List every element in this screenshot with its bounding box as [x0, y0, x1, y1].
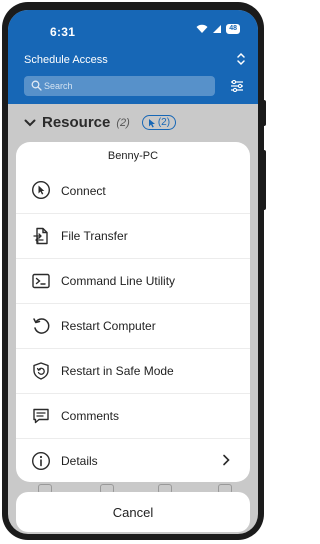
file-transfer-icon [33, 227, 48, 245]
sheet-title: Benny-PC [107, 150, 159, 162]
menu-item-label: File Transfer [61, 229, 128, 243]
app-header: 6:31 48 Schedule Access [8, 10, 258, 104]
menu-item-command-line[interactable]: Command Line Utility [16, 258, 250, 303]
screen: 6:31 48 Schedule Access Search Resource … [8, 10, 258, 534]
menu-item-label: Connect [61, 183, 106, 198]
shield-restart-icon [33, 362, 49, 380]
chevron-down-icon [24, 119, 36, 126]
menu-item-connect[interactable]: Connect [16, 168, 250, 213]
page-title: Schedule Access [24, 54, 108, 66]
selected-count-badge[interactable]: (2) [141, 115, 177, 130]
status-time: 6:31 [50, 25, 76, 39]
filter-icon[interactable] [230, 80, 244, 92]
menu-item-file-transfer[interactable]: File Transfer [16, 213, 250, 258]
cursor-icon [31, 180, 51, 200]
power-button [262, 150, 266, 210]
menu-item-restart-computer[interactable]: Restart Computer [16, 303, 250, 348]
status-icons: 48 [196, 24, 240, 34]
menu-item-label: Restart Computer [61, 319, 156, 333]
restart-icon [33, 318, 50, 334]
battery-icon: 48 [226, 24, 240, 34]
search-bar[interactable] [24, 76, 215, 96]
volume-button [262, 100, 266, 126]
section-count: (2) [116, 116, 130, 129]
resource-section-header[interactable]: Resource (2) (2) [24, 114, 177, 131]
menu-item-label: Command Line Utility [61, 274, 176, 288]
chevron-up-down-icon[interactable] [236, 52, 246, 66]
search-icon [31, 80, 42, 91]
menu-item-restart-safe-mode[interactable]: Restart in Safe Mode [16, 348, 250, 393]
menu-item-label: Details [61, 454, 98, 468]
action-sheet: Benny-PC Connect File Transfer Command L… [16, 142, 250, 482]
comment-icon [33, 408, 49, 424]
menu-item-details[interactable]: Details [16, 438, 250, 482]
menu-item-label: Comments [61, 409, 120, 423]
chevron-right-icon [223, 454, 230, 466]
info-icon [31, 451, 51, 471]
signal-icon [213, 25, 222, 33]
selected-count: (2) [157, 117, 171, 128]
menu-item-comments[interactable]: Comments [16, 393, 250, 438]
terminal-icon [32, 273, 50, 289]
menu-item-label: Restart in Safe Mode [61, 364, 174, 378]
search-input[interactable] [44, 78, 204, 94]
cancel-button[interactable]: Cancel [16, 492, 250, 532]
status-bar: 6:31 48 [8, 10, 258, 46]
section-title: Resource [42, 114, 111, 131]
cursor-icon [148, 118, 155, 127]
wifi-icon [196, 24, 208, 33]
